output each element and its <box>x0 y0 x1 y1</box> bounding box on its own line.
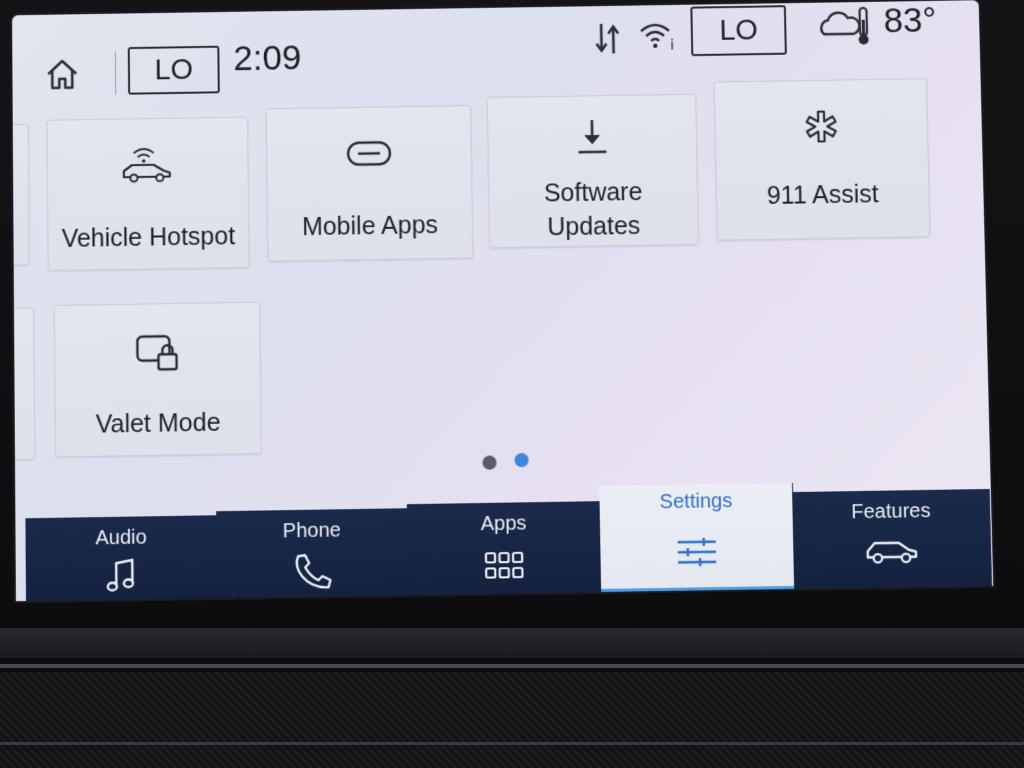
apps-grid-icon <box>484 551 525 580</box>
wifi-icon: i <box>639 19 674 53</box>
nav-settings-label: Settings <box>659 490 733 514</box>
screen-lock-icon <box>136 334 178 371</box>
dashboard-carbon-panel <box>0 672 1024 768</box>
911-assist-label: 911 Assist <box>766 180 880 210</box>
svg-text:i: i <box>670 38 674 53</box>
status-divider <box>114 51 117 95</box>
nav-features[interactable]: Features <box>792 488 993 589</box>
valet-mode-label: Valet Mode <box>95 408 221 439</box>
nav-features-label: Features <box>851 499 931 524</box>
911-assist-tile[interactable]: 911 Assist <box>713 78 931 241</box>
download-icon <box>574 116 611 156</box>
page-indicator-dot-active[interactable] <box>514 452 529 468</box>
software-updates-tile[interactable]: Software Updates <box>486 93 699 249</box>
nav-apps[interactable]: Apps <box>406 501 603 596</box>
infotainment-screen: LO 2:09 i LO 83° Vehicle Hotspot Mobile … <box>12 0 994 602</box>
outside-temperature: 83° <box>883 0 937 41</box>
bottom-nav: Audio Phone Apps Settings Features <box>15 477 993 602</box>
data-transfer-icon <box>593 20 622 58</box>
nav-audio[interactable]: Audio <box>25 515 219 602</box>
nav-audio-label: Audio <box>95 526 147 550</box>
software-updates-label-line1: Software <box>543 178 643 208</box>
nav-apps-label: Apps <box>480 512 527 536</box>
dashboard-trim-highlight <box>0 664 1024 668</box>
music-note-icon <box>106 557 136 594</box>
driver-climate-setting[interactable]: LO <box>127 45 220 95</box>
phone-icon <box>292 552 333 591</box>
passenger-climate-setting[interactable]: LO <box>690 5 787 57</box>
sliders-icon <box>676 537 719 568</box>
star-of-life-icon <box>803 108 840 144</box>
weather-cloud-icon <box>816 6 877 45</box>
clock: 2:09 <box>233 38 302 79</box>
vehicle-hotspot-tile[interactable]: Vehicle Hotspot <box>46 116 250 272</box>
valet-mode-tile[interactable]: Valet Mode <box>53 301 262 458</box>
prev-page-tile-edge[interactable] <box>12 124 30 266</box>
link-icon <box>346 139 392 168</box>
dashboard-trim <box>0 628 1024 658</box>
dashboard-trim-line <box>0 742 1024 745</box>
mobile-apps-tile[interactable]: Mobile Apps <box>265 105 474 262</box>
nav-phone-label: Phone <box>282 519 341 543</box>
home-icon <box>47 60 78 90</box>
nav-phone[interactable]: Phone <box>216 508 410 599</box>
car-wifi-icon <box>123 148 172 184</box>
nav-settings[interactable]: Settings <box>599 483 796 592</box>
prev-page-tile-edge[interactable] <box>12 307 36 461</box>
vehicle-hotspot-label: Vehicle Hotspot <box>61 222 236 253</box>
mobile-apps-label: Mobile Apps <box>301 211 439 242</box>
software-updates-label-line2: Updates <box>547 211 641 242</box>
page-indicator-dot[interactable] <box>482 455 497 470</box>
home-button[interactable] <box>42 54 82 94</box>
car-icon <box>864 534 919 565</box>
